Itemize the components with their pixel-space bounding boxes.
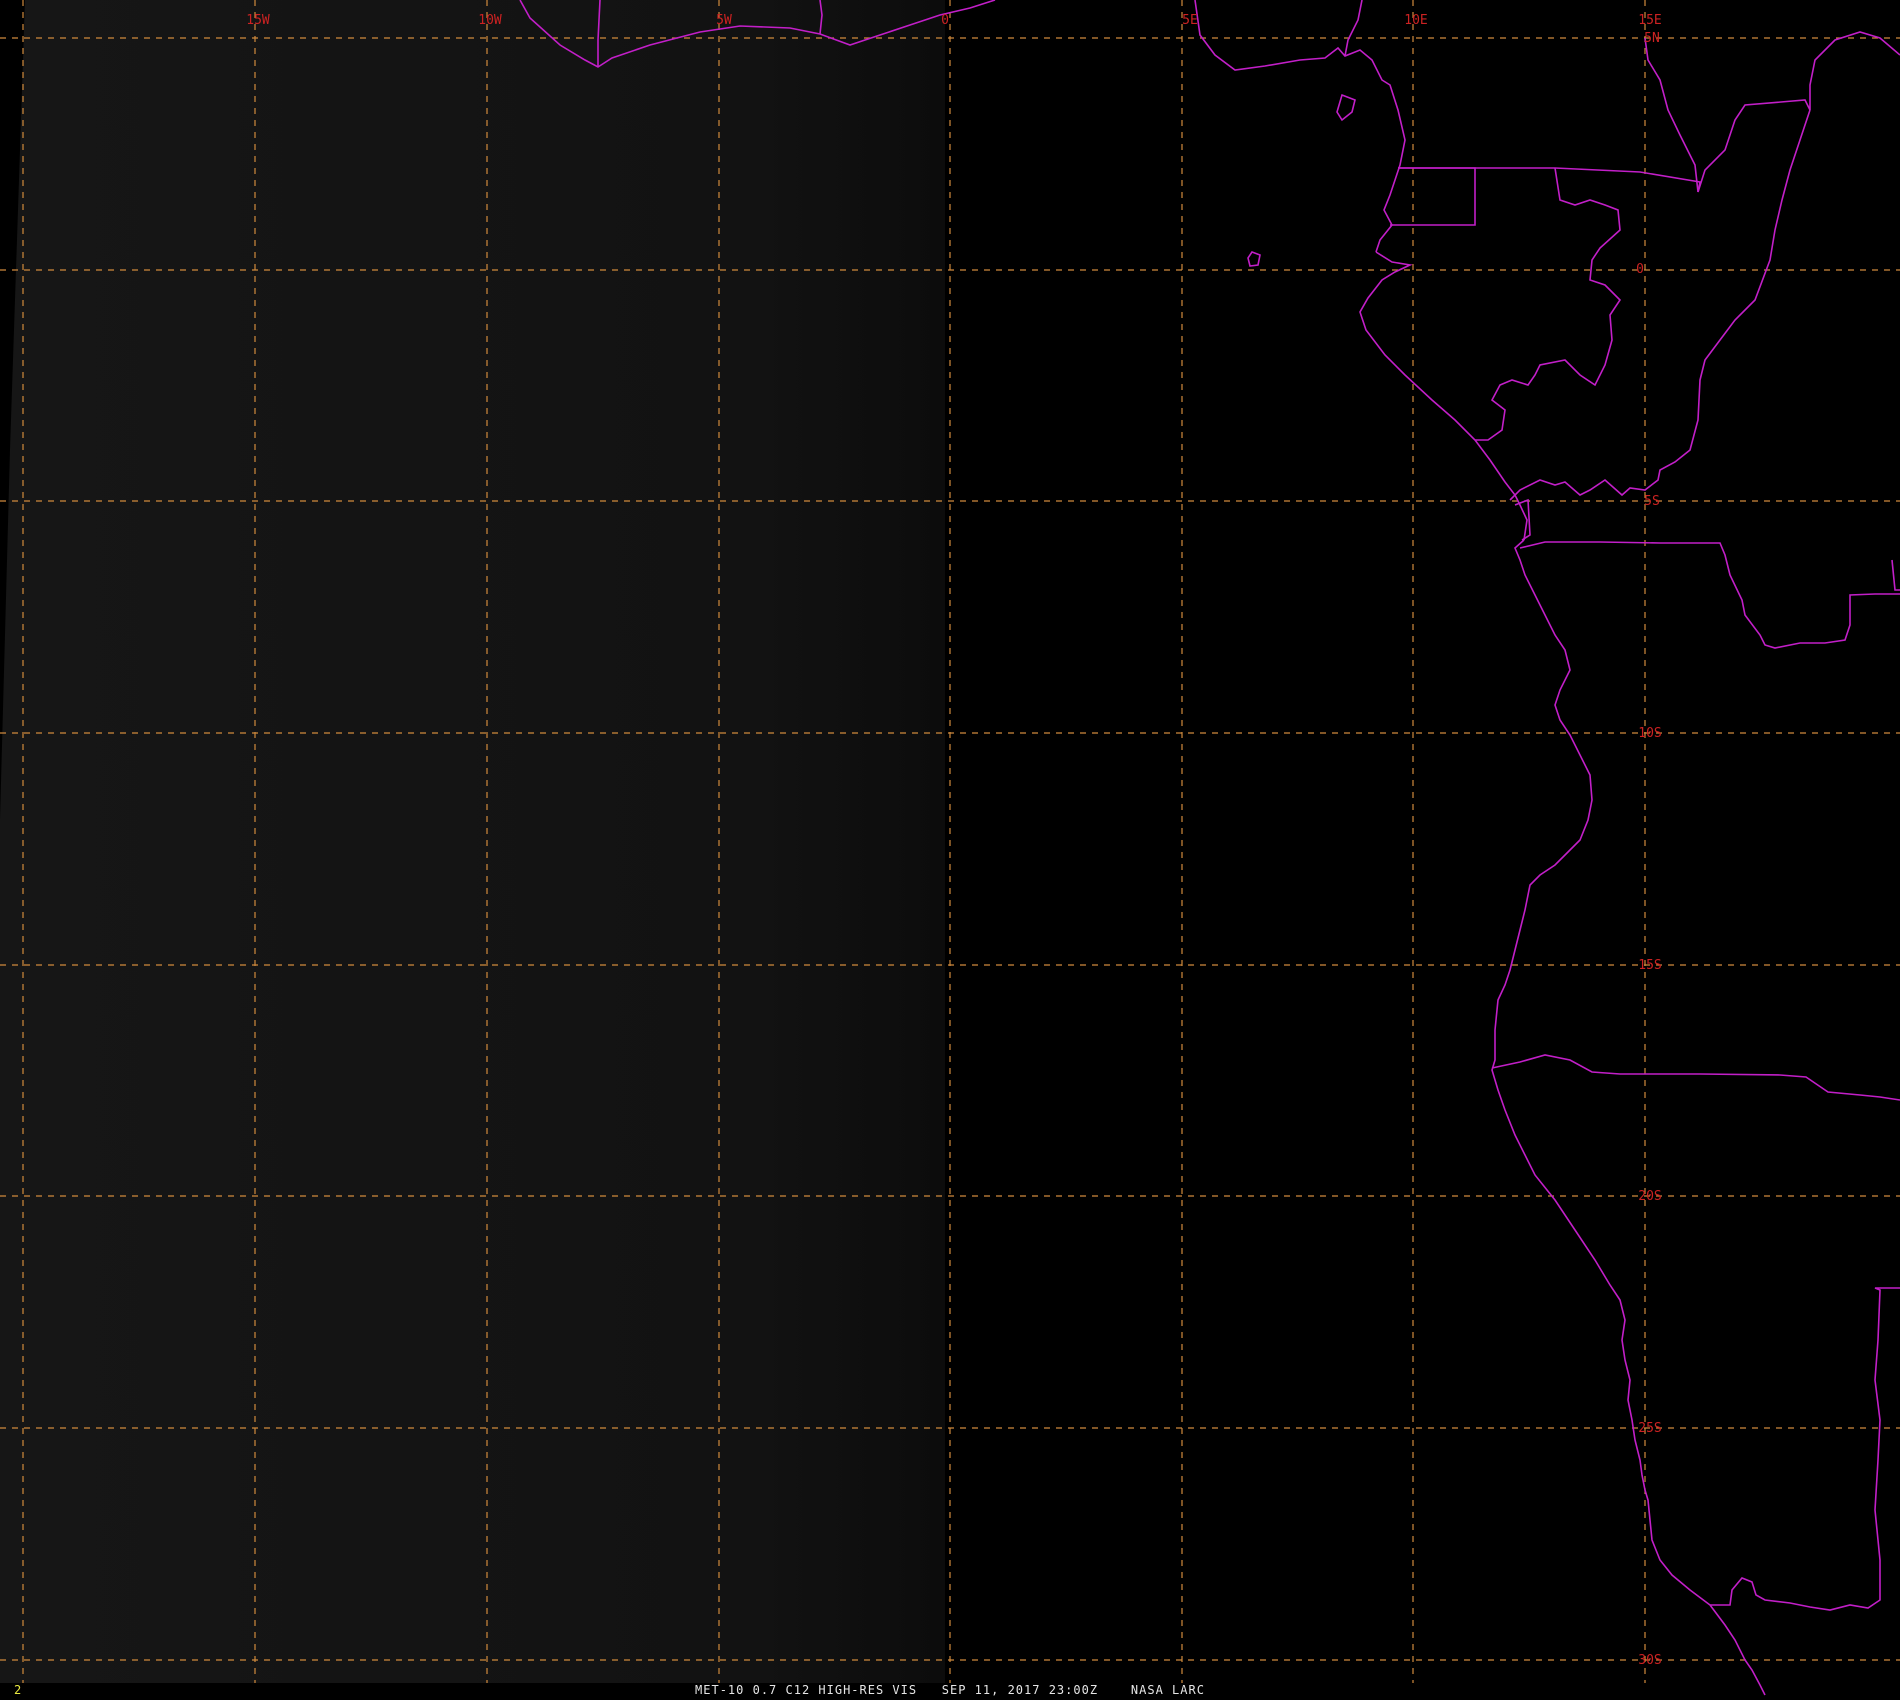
lon-label-5e: 5E [1182,13,1198,28]
lat-label-5s: 5S [1644,494,1660,509]
lat-label-5n: 5N [1644,31,1660,46]
lat-label-20s: 20S [1638,1189,1661,1204]
lat-label-25s: 25S [1638,1421,1661,1436]
lon-label-10w: 10W [478,13,502,28]
lat-label-15s: 15S [1638,958,1661,973]
terminator-shade [0,0,945,1683]
image-caption: MET-10 0.7 C12 HIGH-RES VIS SEP 11, 2017… [695,1683,1205,1697]
lat-label-0: 0 [1636,262,1644,277]
lon-label-5w: 5W [716,13,732,28]
lat-label-30s: 30S [1638,1653,1661,1668]
lat-label-10s: 10S [1638,726,1661,741]
lon-label-0: 0 [941,13,949,28]
satellite-map: 15W 10W 5W 0 5E 10E 15E 5N 0 5S 10S 15S … [0,0,1900,1700]
lon-label-15w: 15W [246,13,270,28]
lon-label-10e: 10E [1404,13,1427,28]
lon-label-15e: 15E [1638,13,1661,28]
